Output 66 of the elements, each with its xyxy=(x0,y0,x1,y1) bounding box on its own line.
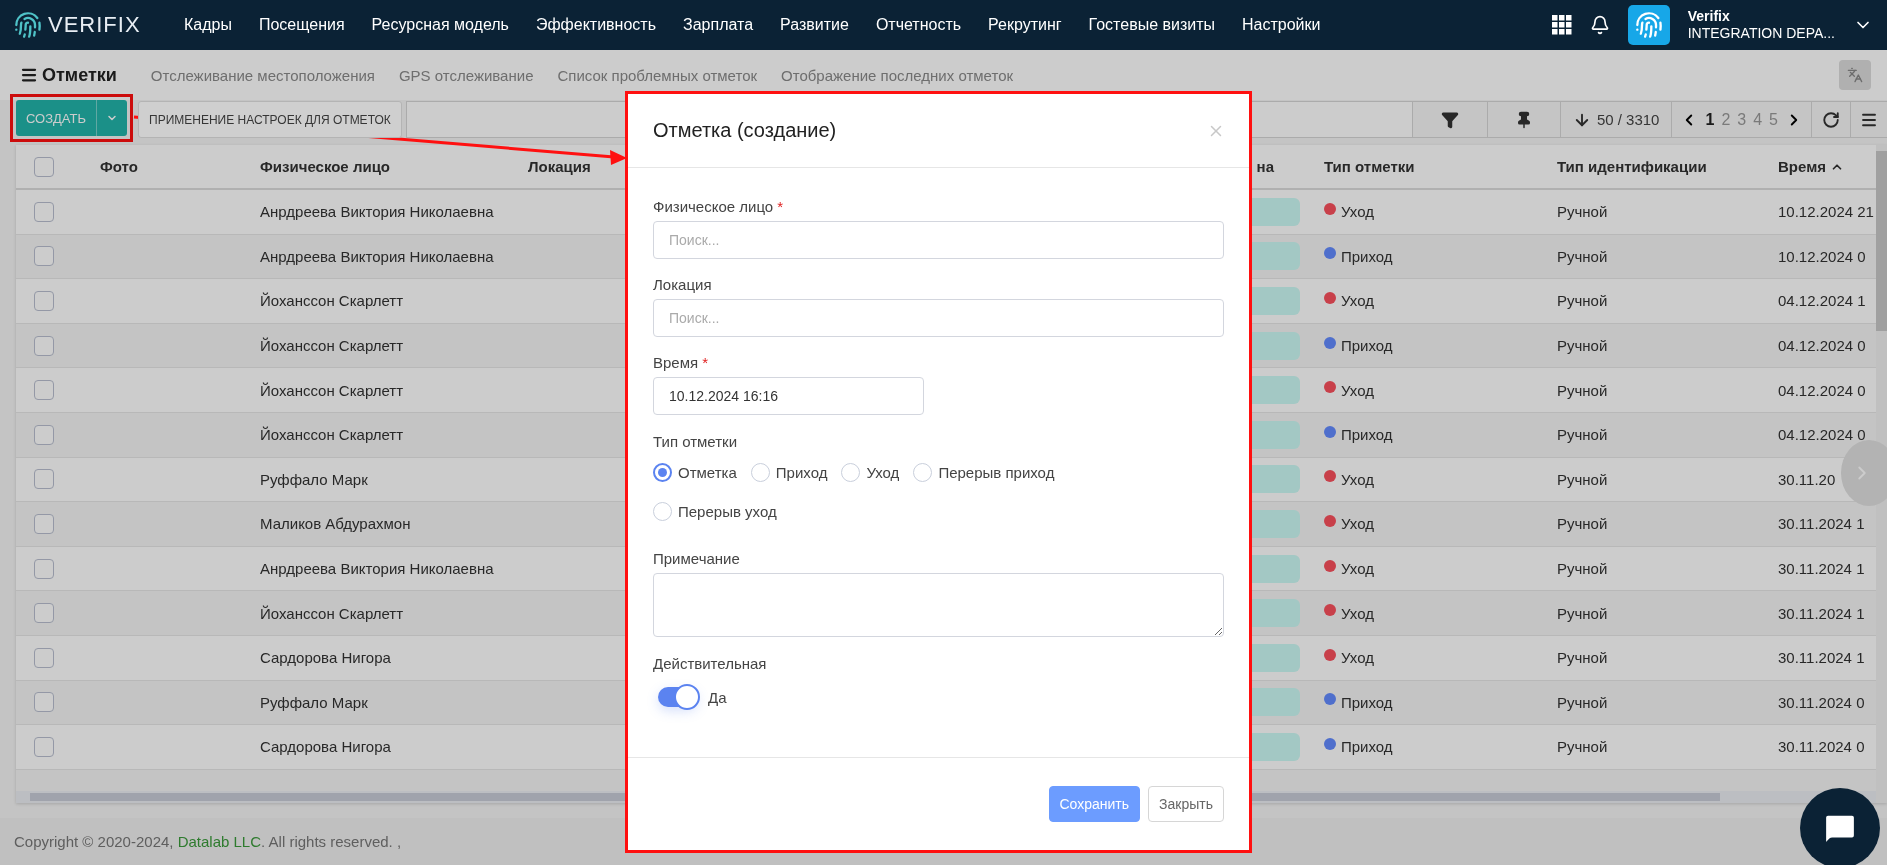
table-cell-text: Йоханссон Скарлетт xyxy=(259,381,405,399)
table-cell: Уход xyxy=(1341,560,1374,578)
table-cell: Приход xyxy=(1341,247,1393,265)
record-count: 50 / 3310 xyxy=(1596,111,1660,128)
table-cell: 04.12.2024 0 xyxy=(1778,337,1866,355)
field-label: Локация xyxy=(653,275,713,295)
brand-name: VERIFIX xyxy=(48,12,141,38)
dialog-title: Отметка (создание) xyxy=(653,119,837,142)
table-cell-text: Руффало Марк xyxy=(259,693,369,711)
table-cell: Уход xyxy=(1341,515,1374,533)
table-cell-text: Сардорова Нигора xyxy=(259,738,392,756)
table-cell-text: Ручной xyxy=(1556,649,1609,667)
table-cell-text: Ручной xyxy=(1556,693,1609,711)
field-label: Действительная xyxy=(653,654,768,674)
table-cell: 30.11.2024 1 xyxy=(1778,604,1865,622)
table-cell-text: Ручной xyxy=(1556,381,1609,399)
field-label: Время * xyxy=(653,353,709,373)
table-cell-text: Ручной xyxy=(1556,337,1609,355)
table-cell-text: Анрдреева Виктория Николаевна xyxy=(259,560,495,578)
table-cell-text: Ручной xyxy=(1556,738,1609,756)
page-title: Отметки xyxy=(42,64,117,86)
table-cell: 30.11.2024 0 xyxy=(1778,693,1865,711)
table-cell-text: Маликов Абдурахмон xyxy=(259,515,412,533)
table-cell: 04.12.2024 0 xyxy=(1778,426,1866,444)
table-cell: Приход xyxy=(1341,337,1393,355)
table-cell-text: Йоханссон Скарлетт xyxy=(259,292,405,310)
organization-name: INTEGRATION DEPA... xyxy=(1687,25,1835,42)
table-cell: 04.12.2024 1 xyxy=(1778,292,1866,310)
table-cell: Уход xyxy=(1341,470,1374,488)
table-cell: 10.12.2024 21 xyxy=(1778,203,1874,221)
table-cell-text: Анрдреева Виктория Николаевна xyxy=(259,247,495,265)
table-cell-text: Анрдреева Виктория Николаевна xyxy=(259,203,495,221)
table-cell-text: Сардорова Нигора xyxy=(259,649,392,667)
table-cell-text: Ручной xyxy=(1556,560,1609,578)
switch-caption: Да xyxy=(708,688,727,706)
table-cell: Уход xyxy=(1341,203,1374,221)
table-cell-text: Ручной xyxy=(1556,292,1609,310)
table-cell-text: Ручной xyxy=(1556,515,1609,533)
copyright-text: Copyright © 2020-2024, Datalab LLC. All rights reserved. , xyxy=(14,833,402,850)
table-cell: Приход xyxy=(1341,738,1393,756)
table-cell-text: Ручной xyxy=(1556,426,1609,444)
table-cell-text: Ручной xyxy=(1556,247,1609,265)
table-cell-text: Ручной xyxy=(1556,604,1609,622)
table-cell: 10.12.2024 0 xyxy=(1778,247,1866,265)
table-cell: Приход xyxy=(1341,426,1393,444)
table-cell-text: Йоханссон Скарлетт xyxy=(259,604,405,622)
table-cell: 30.11.2024 1 xyxy=(1778,649,1865,667)
table-cell-text: Йоханссон Скарлетт xyxy=(259,426,405,444)
table-cell-text: Ручной xyxy=(1556,203,1609,221)
table-cell: Уход xyxy=(1341,381,1374,399)
field-label: Тип отметки xyxy=(653,432,739,452)
field-label: Физическое лицо * xyxy=(653,197,785,217)
table-cell: 30.11.2024 0 xyxy=(1778,738,1865,756)
table-cell: Приход xyxy=(1341,693,1393,711)
table-cell-text: Руффало Марк xyxy=(259,470,369,488)
table-cell: 30.11.2024 1 xyxy=(1778,560,1865,578)
table-cell: 30.11.20 xyxy=(1778,470,1836,488)
user-name: Verifix xyxy=(1687,8,1730,25)
table-cell: Уход xyxy=(1341,604,1374,622)
table-cell: Уход xyxy=(1341,292,1374,310)
table-cell-text: Ручной xyxy=(1556,470,1609,488)
table-cell-text: Йоханссон Скарлетт xyxy=(259,337,405,355)
table-cell: 04.12.2024 0 xyxy=(1778,381,1866,399)
field-label: Примечание xyxy=(653,549,741,569)
table-cell: 30.11.2024 1 xyxy=(1778,515,1865,533)
table-cell: Уход xyxy=(1341,649,1374,667)
